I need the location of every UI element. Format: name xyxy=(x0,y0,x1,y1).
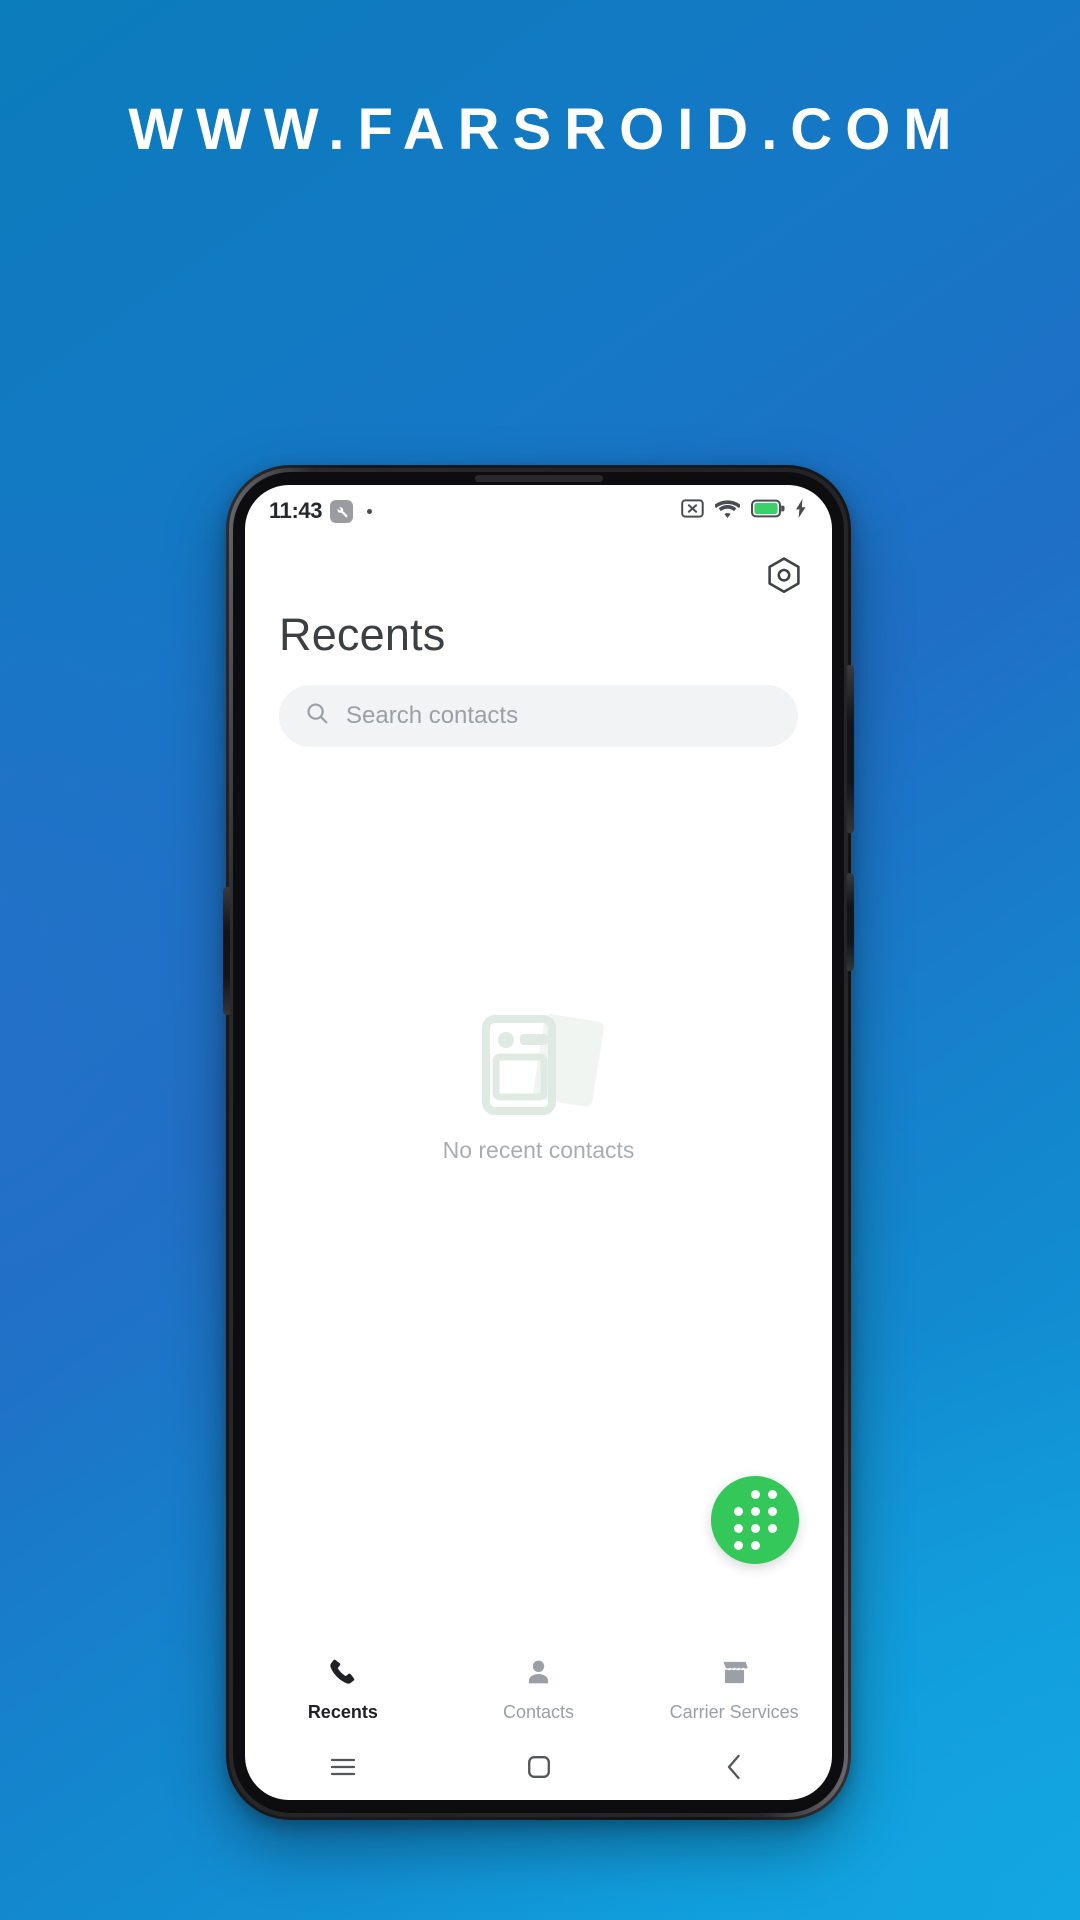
back-button[interactable] xyxy=(636,1753,832,1786)
wrench-icon xyxy=(330,499,354,523)
home-button[interactable] xyxy=(441,1755,637,1784)
status-bar-right xyxy=(681,498,806,524)
android-system-navigation xyxy=(245,1738,832,1800)
dialpad-fab-button[interactable] xyxy=(711,1476,799,1564)
nav-tab-recents-label: Recents xyxy=(307,1702,378,1722)
menu-hamburger-icon xyxy=(330,1757,356,1782)
chevron-left-icon xyxy=(724,1753,744,1786)
storefront-icon xyxy=(719,1657,750,1693)
person-icon xyxy=(523,1657,554,1693)
watermark-text: WWW.FARSROID.COM xyxy=(128,97,965,162)
square-home-icon xyxy=(527,1755,551,1784)
notification-dot-icon xyxy=(367,508,373,514)
recent-apps-button[interactable] xyxy=(245,1757,441,1782)
phone-device-frame: 11:43 Recents Search contacts No recent … xyxy=(223,465,854,1820)
empty-state-message: No recent contacts xyxy=(442,1137,635,1163)
sim-card-disabled-icon xyxy=(681,498,704,524)
page-title: Recents xyxy=(279,609,446,660)
dialpad-icon xyxy=(733,1490,777,1550)
nav-tab-contacts[interactable]: Contacts xyxy=(441,1657,637,1723)
battery-charging-icon xyxy=(751,499,785,523)
earpiece-speaker xyxy=(474,475,603,482)
bottom-navigation-bar: Recents Contacts Carrier Services xyxy=(245,1642,832,1738)
wifi-icon xyxy=(713,498,742,524)
volume-button[interactable] xyxy=(847,665,854,833)
screenshot-canvas: WWW.FARSROID.COM 11:43 Recents Search co… xyxy=(0,0,1080,1920)
contact-cards-illustration xyxy=(454,1005,624,1125)
nav-tab-contacts-label: Contacts xyxy=(502,1702,575,1722)
nav-tab-carrier-services[interactable]: Carrier Services xyxy=(636,1657,832,1723)
nav-tab-recents[interactable]: Recents xyxy=(245,1657,441,1723)
search-icon xyxy=(305,701,330,731)
status-bar-left: 11:43 xyxy=(269,498,373,524)
search-input[interactable]: Search contacts xyxy=(279,685,798,747)
search-placeholder: Search contacts xyxy=(346,702,519,729)
left-side-button[interactable] xyxy=(223,887,230,1015)
phone-handset-icon xyxy=(327,1657,358,1693)
empty-state: No recent contacts xyxy=(245,1005,832,1164)
settings-gear-icon[interactable] xyxy=(762,553,806,597)
power-button[interactable] xyxy=(847,873,854,971)
charging-bolt-icon xyxy=(796,499,806,523)
nav-tab-carrier-services-label: Carrier Services xyxy=(669,1702,799,1722)
status-bar: 11:43 xyxy=(245,485,832,537)
phone-screen: 11:43 Recents Search contacts No recent … xyxy=(245,485,832,1800)
status-clock: 11:43 xyxy=(269,498,323,523)
